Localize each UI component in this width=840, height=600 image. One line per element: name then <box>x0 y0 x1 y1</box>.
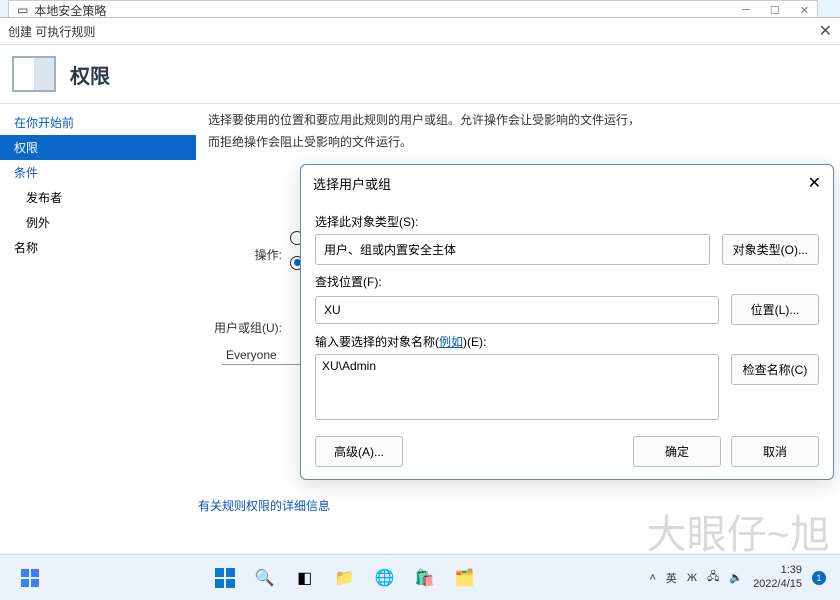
location-section: 查找位置(F): XU 位置(L)... <box>315 273 819 325</box>
details-link[interactable]: 有关规则权限的详细信息 <box>198 497 330 514</box>
search-icon[interactable]: 🔍 <box>252 565 278 591</box>
sidebar-item-exception[interactable]: 例外 <box>0 210 196 235</box>
taskview-icon[interactable]: ◧ <box>292 565 318 591</box>
location-value: XU <box>315 296 719 324</box>
bg-window-controls: ─ ☐ ✕ <box>742 4 809 17</box>
tray-chevron-icon[interactable]: ˄ <box>649 572 655 584</box>
action-label: 操作: <box>208 246 282 263</box>
dialog-titlebar: 选择用户或组 ✕ <box>301 165 833 201</box>
advanced-button[interactable]: 高级(A)... <box>315 436 403 467</box>
sidebar-item-before[interactable]: 在你开始前 <box>0 110 196 135</box>
tray-time: 1:39 <box>781 564 802 577</box>
wizard-titlebar: 创建 可执行规则 ✕ <box>0 18 840 44</box>
taskbar-right: ˄ 英 Ж 🖧 🔈 1:39 2022/4/15 1 <box>649 564 840 590</box>
wizard-header-title: 权限 <box>70 60 110 89</box>
bg-window-appicon: ▭ <box>17 3 28 17</box>
tray-lang[interactable]: 英 <box>666 570 677 586</box>
objtype-button[interactable]: 对象类型(O)... <box>722 234 819 265</box>
wizard-close-icon[interactable]: ✕ <box>819 21 832 41</box>
close-icon[interactable]: ✕ <box>800 4 809 17</box>
select-user-group-dialog: 选择用户或组 ✕ 选择此对象类型(S): 用户、组或内置安全主体 对象类型(O)… <box>300 164 834 480</box>
objtype-label: 选择此对象类型(S): <box>315 213 819 230</box>
usergroup-label: 用户或组(U): <box>208 319 282 336</box>
content-line2: 而拒绝操作会阻止受影响的文件运行。 <box>208 132 828 154</box>
tray-volume-icon[interactable]: 🔈 <box>729 571 743 584</box>
store-icon[interactable]: 🛍️ <box>412 565 438 591</box>
minimize-icon[interactable]: ─ <box>742 4 750 17</box>
maximize-icon[interactable]: ☐ <box>770 4 780 17</box>
dialog-close-icon[interactable]: ✕ <box>808 173 821 193</box>
explorer-icon[interactable]: 📁 <box>332 565 358 591</box>
content-line1: 选择要使用的位置和要应用此规则的用户或组。允许操作会让受影响的文件运行， <box>208 110 828 132</box>
taskbar-center: 🔍 ◧ 📁 🌐 🛍️ 🗂️ <box>40 565 649 591</box>
wizard-sidebar: 在你开始前 权限 条件 发布者 例外 名称 <box>0 104 196 524</box>
edge-icon[interactable]: 🌐 <box>372 565 398 591</box>
sidebar-item-name[interactable]: 名称 <box>0 235 196 260</box>
objtype-section: 选择此对象类型(S): 用户、组或内置安全主体 对象类型(O)... <box>315 213 819 265</box>
names-label-pre: 输入要选择的对象名称( <box>315 335 439 349</box>
tray-date: 2022/4/15 <box>753 578 802 591</box>
sidebar-item-conditions[interactable]: 条件 <box>0 160 196 185</box>
cancel-button[interactable]: 取消 <box>731 436 819 467</box>
names-section: 输入要选择的对象名称(例如)(E): 检查名称(C) <box>315 333 819 420</box>
dialog-body: 选择此对象类型(S): 用户、组或内置安全主体 对象类型(O)... 查找位置(… <box>301 201 833 424</box>
wizard-header-icon <box>12 56 56 92</box>
secpol-icon[interactable]: 🗂️ <box>452 565 478 591</box>
check-names-button[interactable]: 检查名称(C) <box>731 354 819 385</box>
names-label: 输入要选择的对象名称(例如)(E): <box>315 333 819 350</box>
dialog-footer: 高级(A)... 确定 取消 <box>301 424 833 467</box>
taskbar-widget-icon[interactable] <box>20 568 40 588</box>
location-label: 查找位置(F): <box>315 273 819 290</box>
objtype-value: 用户、组或内置安全主体 <box>315 234 710 265</box>
taskbar: 🔍 ◧ 📁 🌐 🛍️ 🗂️ ˄ 英 Ж 🖧 🔈 1:39 2022/4/15 1 <box>0 554 840 600</box>
sidebar-item-publisher[interactable]: 发布者 <box>0 185 196 210</box>
wizard-header: 权限 <box>0 44 840 104</box>
start-icon[interactable] <box>212 565 238 591</box>
names-input[interactable] <box>315 354 719 420</box>
location-button[interactable]: 位置(L)... <box>731 294 819 325</box>
sidebar-item-permissions[interactable]: 权限 <box>0 135 196 160</box>
tray-clock[interactable]: 1:39 2022/4/15 <box>753 564 802 590</box>
names-example-link[interactable]: 例如 <box>439 335 463 349</box>
tray-ime[interactable]: Ж <box>687 572 697 584</box>
ok-button[interactable]: 确定 <box>633 436 721 467</box>
dialog-title: 选择用户或组 <box>313 174 391 193</box>
tray-notification-badge[interactable]: 1 <box>812 571 826 585</box>
usergroup-value[interactable]: Everyone <box>222 346 302 365</box>
names-label-post: )(E): <box>463 335 486 349</box>
wizard-title: 创建 可执行规则 <box>8 23 95 40</box>
bg-window-title: 本地安全策略 <box>34 2 106 19</box>
tray-network-icon[interactable]: 🖧 <box>707 568 719 587</box>
